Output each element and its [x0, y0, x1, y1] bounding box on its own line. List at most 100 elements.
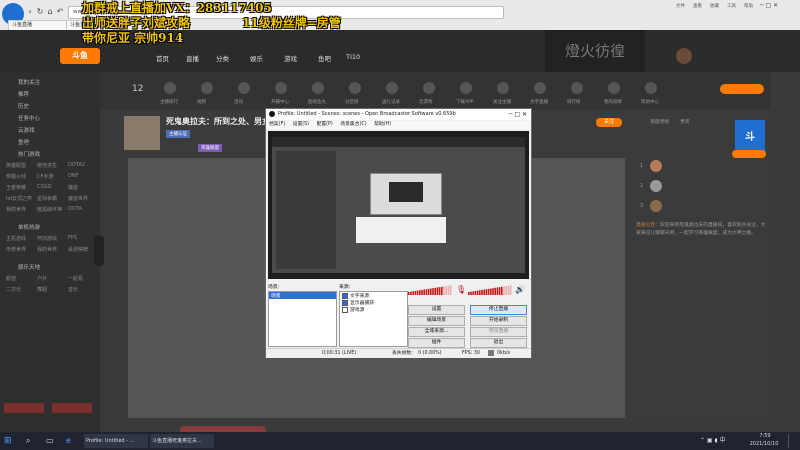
taskbar-app-browser[interactable]: 斗鱼直播死鬼奥拉夫...: [150, 434, 214, 448]
sidebar-item[interactable]: CF手游: [37, 173, 53, 180]
sidebar-section-head[interactable]: 云游戏: [18, 126, 35, 134]
rank-3-avatar[interactable]: [650, 200, 662, 212]
sidebar-section-head[interactable]: 任务中心: [18, 114, 40, 122]
nav-category[interactable]: 分类: [216, 53, 229, 63]
menu-favorites[interactable]: 收藏: [710, 3, 719, 9]
menu-tools[interactable]: 工具: [727, 3, 736, 9]
obs-source-checkbox[interactable]: [342, 299, 348, 306]
rank-tab-weekly[interactable]: 贡献周榜: [650, 118, 669, 125]
nav-games[interactable]: 游戏: [284, 53, 297, 63]
back-icon[interactable]: ‹: [26, 8, 34, 16]
sidebar-item[interactable]: 户外: [37, 275, 47, 282]
home-icon[interactable]: ⌂: [46, 8, 54, 16]
obs-source-checkbox[interactable]: [342, 306, 348, 313]
nav-ti10[interactable]: TI10: [346, 53, 360, 61]
obs-start-record-button[interactable]: 开始录制: [470, 316, 527, 326]
feature-icon[interactable]: [534, 82, 546, 94]
sidebar-section-head[interactable]: 娱乐天地: [18, 263, 40, 271]
obs-source-checkbox[interactable]: [342, 292, 348, 299]
feature-icon[interactable]: [423, 82, 435, 94]
obs-source-item[interactable]: 文字来源: [340, 292, 407, 299]
sidebar-item[interactable]: 绝地求生: [37, 162, 57, 169]
taskbar-app-obs[interactable]: Profile: Untitled - ...: [84, 434, 148, 448]
rank-tab-vip[interactable]: 贵宾: [680, 118, 690, 125]
clock-date[interactable]: 2021/10/10: [744, 441, 784, 447]
menu-file[interactable]: 文件: [676, 3, 685, 9]
sidebar-section-head[interactable]: 单机热游: [18, 223, 40, 231]
obs-window-controls[interactable]: ─ □ ✕: [509, 109, 527, 120]
speaker-icon[interactable]: 🔊: [515, 285, 525, 295]
sidebar-section-head[interactable]: 鱼吧: [18, 138, 29, 146]
sidebar-item[interactable]: 主机游戏: [6, 235, 26, 242]
feature-icon[interactable]: [460, 82, 472, 94]
nav-entertainment[interactable]: 娱乐: [250, 53, 263, 63]
obs-menu-help[interactable]: 帮助(H): [374, 122, 391, 127]
feature-icon[interactable]: [645, 82, 657, 94]
undo-icon[interactable]: ↶: [56, 8, 64, 16]
obs-scene-item[interactable]: 场景: [269, 292, 336, 299]
sidebar-section-head[interactable]: 我的关注: [18, 78, 40, 86]
obs-menu-scene-collection[interactable]: 场景集合(C): [340, 122, 366, 127]
sidebar-item[interactable]: 音乐: [68, 286, 78, 293]
sidebar-item[interactable]: 怀旧游戏: [37, 235, 57, 242]
feature-icon[interactable]: [164, 82, 176, 94]
sidebar-section-head[interactable]: 历史: [18, 102, 29, 110]
sidebar-section-head[interactable]: 热门游戏: [18, 150, 40, 158]
nav-live[interactable]: 直播: [186, 53, 199, 63]
obs-menu-settings[interactable]: 设置(S): [293, 122, 309, 127]
sidebar-item[interactable]: FPS: [68, 235, 77, 241]
obs-global-sources-button[interactable]: 全域来源...: [408, 327, 465, 337]
obs-stop-stream-button[interactable]: 停止直播: [470, 305, 527, 315]
sidebar-item[interactable]: 传奇世界: [6, 246, 26, 253]
menu-help[interactable]: 帮助: [744, 3, 753, 9]
sidebar-item[interactable]: 星际争霸: [37, 195, 57, 202]
streamer-avatar[interactable]: [124, 116, 160, 150]
sidebar-item[interactable]: lol云顶之弈: [6, 195, 32, 202]
feature-icon[interactable]: [312, 82, 324, 94]
rank-1-avatar[interactable]: [650, 160, 662, 172]
clock-time[interactable]: 7:59: [748, 433, 782, 439]
sidebar-section-head[interactable]: 推荐: [18, 90, 29, 98]
sidebar-button-left[interactable]: [4, 403, 44, 413]
edge-icon[interactable]: e: [66, 434, 76, 448]
sidebar-collapse-handle[interactable]: [94, 236, 104, 266]
mic-icon[interactable]: 🎙: [456, 285, 466, 295]
obs-source-item[interactable]: 显示器捕获: [340, 299, 407, 306]
obs-exit-button[interactable]: 退出: [470, 338, 527, 348]
show-desktop-button[interactable]: [788, 434, 795, 448]
obs-preview-stream-button[interactable]: 预览直播: [470, 327, 527, 337]
sidebar-item[interactable]: 王者荣耀: [6, 184, 26, 191]
obs-titlebar[interactable]: Profile: Untitled - Scenes: scenes - Ope…: [266, 109, 531, 120]
sidebar-item[interactable]: CSGO: [37, 184, 51, 190]
obs-scenes-list[interactable]: 场景: [268, 291, 337, 347]
user-avatar[interactable]: [676, 48, 692, 64]
browser-tab[interactable]: 斗鱼直播: [8, 20, 71, 30]
nav-home[interactable]: 首页: [156, 53, 169, 63]
sidebar-item[interactable]: 英雄联盟: [6, 162, 26, 169]
task-view-icon[interactable]: ▭: [46, 434, 56, 448]
follow-button[interactable]: 关注: [596, 118, 622, 127]
sidebar-item[interactable]: 我的世界: [6, 206, 26, 213]
sidebar-item[interactable]: DOTA: [68, 206, 82, 212]
sidebar-item[interactable]: 魔兽世界: [68, 195, 88, 202]
feature-icon[interactable]: [201, 82, 213, 94]
refresh-icon[interactable]: ↻: [36, 8, 44, 16]
feature-icon[interactable]: [349, 82, 361, 94]
sidebar-item[interactable]: 穿越火线: [6, 173, 26, 180]
feature-icon[interactable]: [386, 82, 398, 94]
search-icon[interactable]: ⌕: [26, 434, 36, 448]
sidebar-item[interactable]: 魔兽: [68, 184, 78, 191]
sidebar-item[interactable]: 舞蹈: [37, 286, 47, 293]
menu-view[interactable]: 查看: [693, 3, 702, 9]
sidebar-item[interactable]: 我的世界: [37, 246, 57, 253]
sidebar-item[interactable]: 一起看: [68, 275, 83, 282]
obs-source-item[interactable]: 游戏源: [340, 306, 407, 313]
feature-icon[interactable]: [497, 82, 509, 94]
tray-icons[interactable]: ⌃ ▣ ◖ 中: [700, 434, 740, 448]
rank-2-avatar[interactable]: [650, 180, 662, 192]
pc-client-button[interactable]: [720, 84, 764, 94]
site-logo[interactable]: 斗鱼: [60, 48, 100, 64]
sidebar-item[interactable]: 颜值: [6, 275, 16, 282]
obs-menu-profile[interactable]: 配置(P): [317, 122, 333, 127]
stream-tag-2[interactable]: 英雄联盟: [198, 144, 222, 152]
